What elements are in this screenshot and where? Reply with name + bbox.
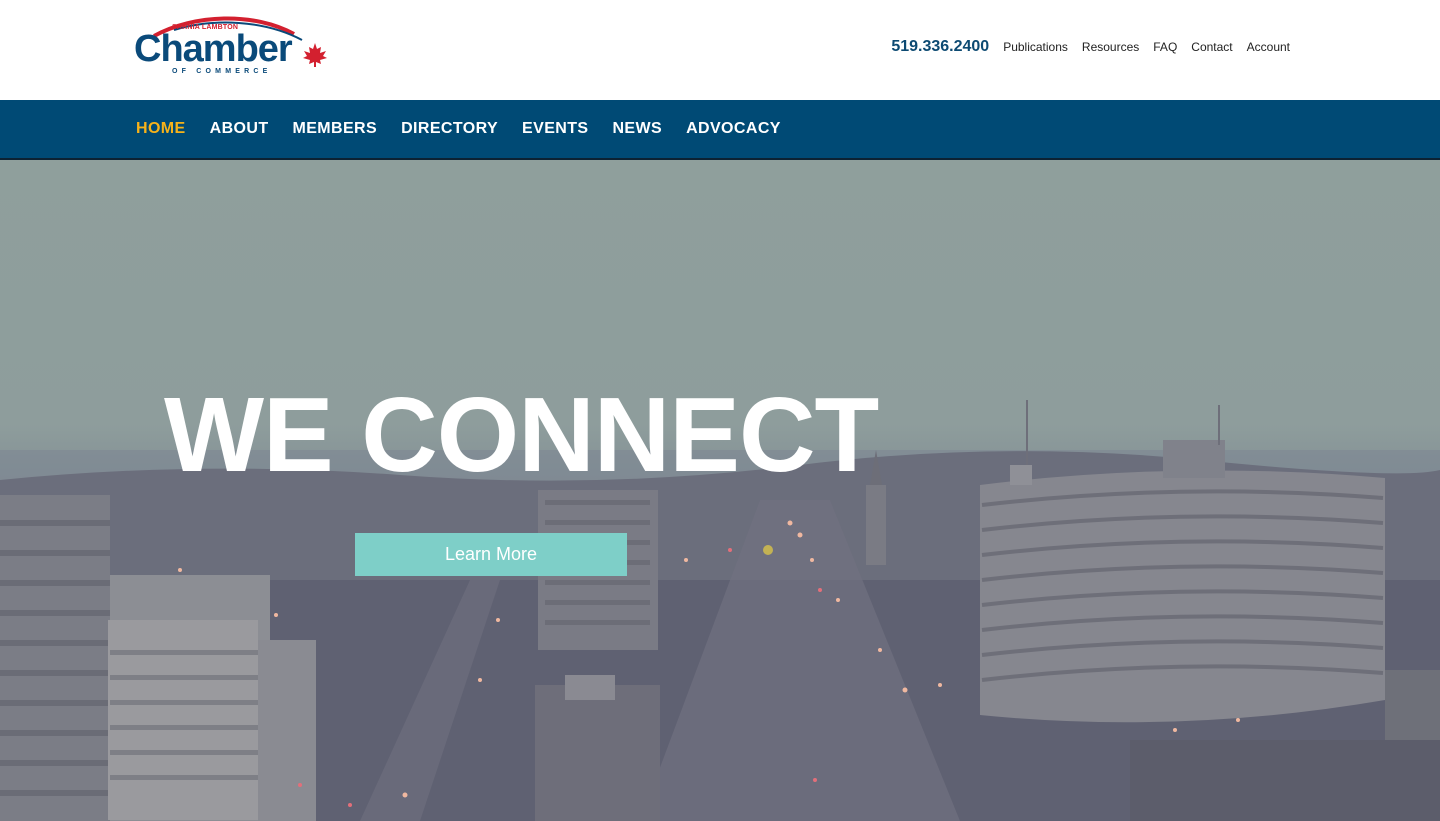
- link-resources[interactable]: Resources: [1082, 40, 1139, 54]
- nav-item-events[interactable]: EVENTS: [522, 120, 588, 138]
- phone-number[interactable]: 519.336.2400: [891, 38, 989, 56]
- hero-banner: WE CONNECT Learn More: [0, 160, 1440, 821]
- maple-leaf-icon: [303, 43, 327, 67]
- hero-headline: WE CONNECT: [164, 376, 879, 494]
- nav-item-members[interactable]: MEMBERS: [293, 120, 378, 138]
- link-faq[interactable]: FAQ: [1153, 40, 1177, 54]
- nav-item-advocacy[interactable]: ADVOCACY: [686, 120, 781, 138]
- learn-more-button[interactable]: Learn More: [355, 533, 627, 576]
- nav-item-home[interactable]: HOME: [136, 120, 186, 138]
- link-publications[interactable]: Publications: [1003, 40, 1068, 54]
- utility-nav: 519.336.2400 Publications Resources FAQ …: [891, 38, 1290, 56]
- logo-main-text: Chamber: [134, 28, 293, 70]
- nav-item-about[interactable]: ABOUT: [210, 120, 269, 138]
- nav-item-directory[interactable]: DIRECTORY: [401, 120, 498, 138]
- chamber-logo[interactable]: SARNIA LAMBTON Chamber OF COMMERCE: [134, 12, 334, 82]
- site-header: SARNIA LAMBTON Chamber OF COMMERCE 519.3…: [0, 0, 1440, 100]
- nav-item-news[interactable]: NEWS: [612, 120, 662, 138]
- link-contact[interactable]: Contact: [1191, 40, 1232, 54]
- logo-sub-text: OF COMMERCE: [172, 68, 272, 75]
- main-nav: HOME ABOUT MEMBERS DIRECTORY EVENTS NEWS…: [0, 100, 1440, 160]
- link-account[interactable]: Account: [1247, 40, 1290, 54]
